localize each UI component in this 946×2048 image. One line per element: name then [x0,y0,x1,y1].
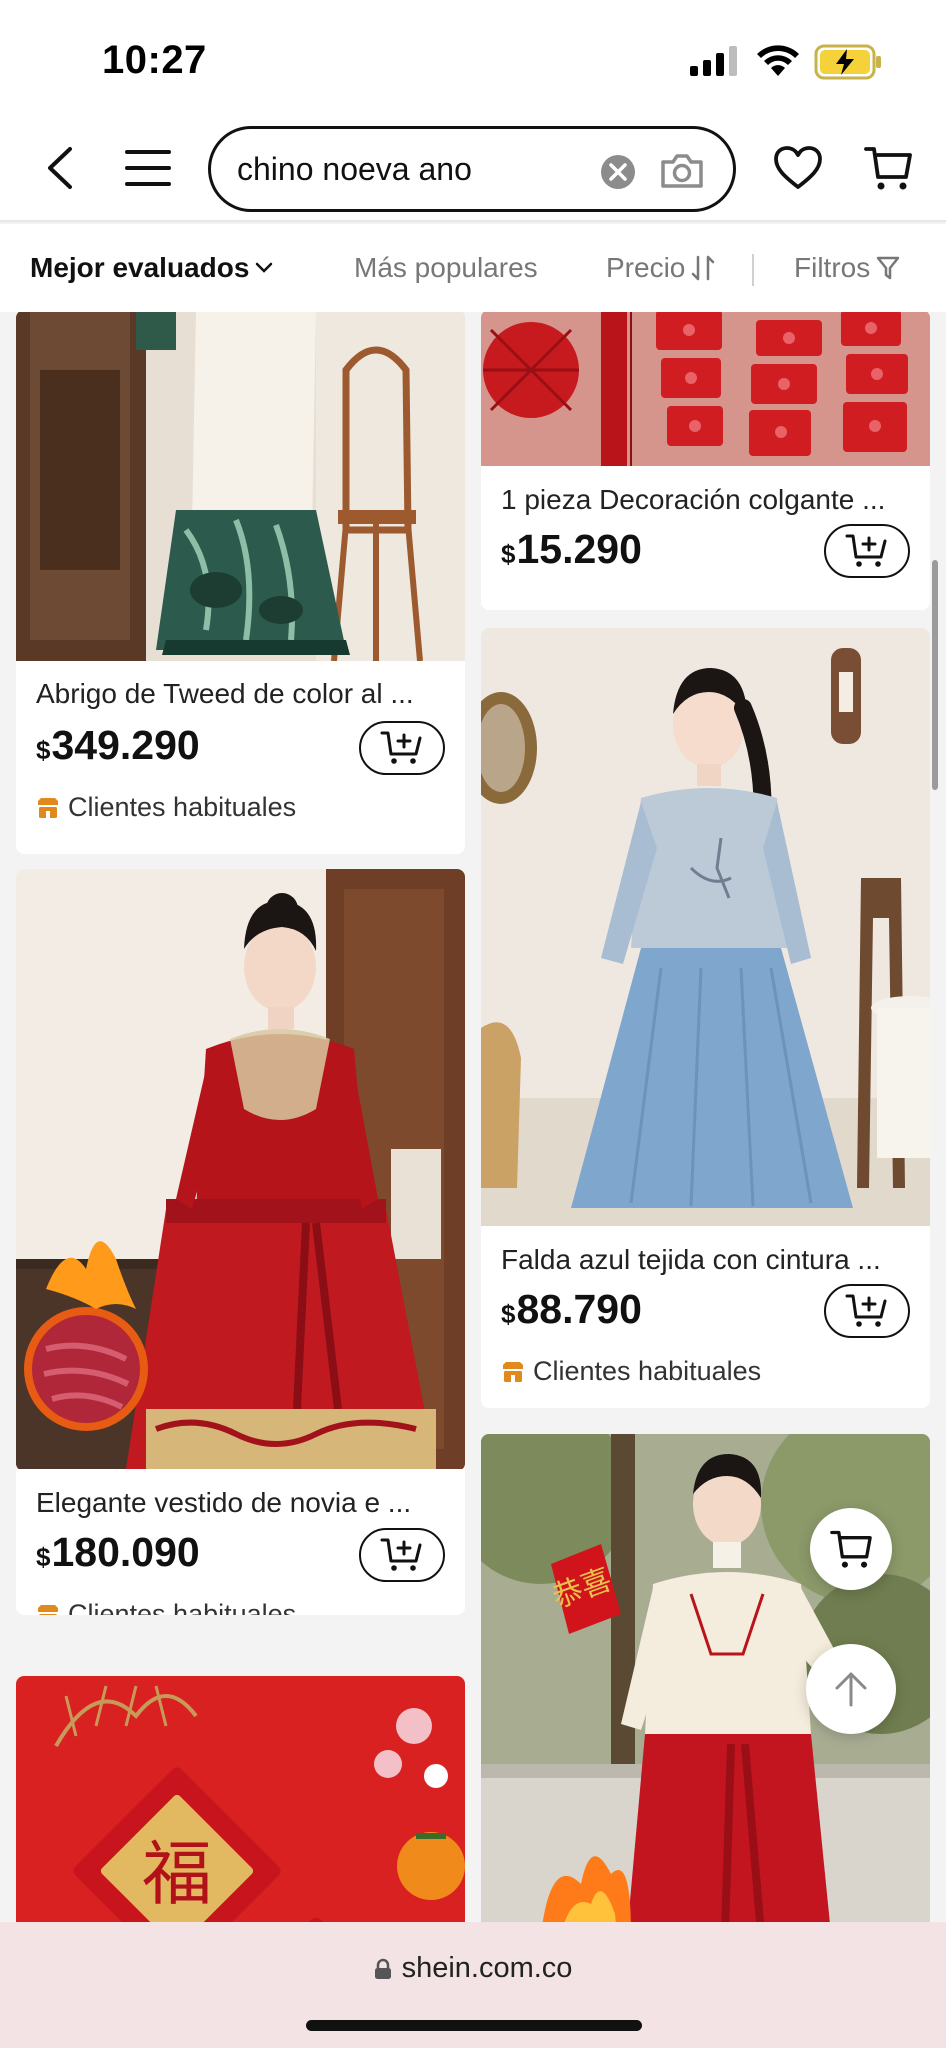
sort-most-popular-label: Más populares [354,252,538,283]
product-price: $ 88.790 [501,1286,642,1333]
price-currency: $ [501,539,516,569]
product-image[interactable] [481,312,930,466]
image-search-button[interactable] [657,147,707,195]
price-value: 180.090 [51,1529,200,1575]
search-box[interactable] [208,126,736,212]
sort-filter-bar: Mejor evaluados Más populares Precio Fil… [0,224,946,312]
cart-button[interactable] [858,138,918,198]
cart-icon [864,147,912,190]
menu-button[interactable] [118,138,178,198]
product-title[interactable]: Falda azul tejida con cintura ... [501,1244,912,1276]
wifi-icon [757,45,799,76]
sort-top-rated-label: Mejor evaluados [30,252,250,283]
badge-label: Clientes habituales [68,792,297,822]
cart-plus-icon [845,1294,887,1327]
home-indicator[interactable] [306,2020,642,2031]
chevron-down-icon [256,262,273,273]
product-card[interactable]: Falda azul tejida con cintura ... $ 88.7… [481,628,930,1408]
product-card[interactable]: 1 pieza Decoración colgante ... $ 15.290 [481,312,930,610]
url-text: shein.com.co [401,1952,573,1984]
heart-icon [774,146,822,189]
add-to-cart-button[interactable] [824,1284,910,1338]
search-header [0,118,946,222]
product-price: $ 180.090 [36,1529,200,1576]
cart-plus-icon [380,1538,422,1571]
add-to-cart-button[interactable] [359,721,445,775]
url-display[interactable]: shein.com.co [0,1952,946,1985]
add-to-cart-button[interactable] [824,524,910,578]
browser-address-bar[interactable]: shein.com.co [0,1922,946,2048]
clear-search-button[interactable] [599,153,637,191]
product-image[interactable] [481,628,930,1226]
price-currency: $ [36,735,51,765]
store-icon [38,1604,58,1615]
product-price: $ 349.290 [36,722,200,769]
price-value: 88.790 [516,1286,642,1332]
filters-button[interactable]: Filtros [794,252,900,284]
loyal-customers-badge: Clientes habituales [36,792,296,823]
price-currency: $ [501,1299,516,1329]
product-title[interactable]: Elegante vestido de novia e ... [36,1487,447,1519]
price-value: 349.290 [51,722,200,768]
back-button[interactable] [34,138,84,198]
status-time: 10:27 [102,38,207,82]
sort-price[interactable]: Precio [606,252,715,284]
filter-funnel-icon [876,256,900,280]
product-card[interactable]: Abrigo de Tweed de color al ... $ 349.29… [16,312,465,854]
price-value: 15.290 [516,526,642,572]
product-grid: Abrigo de Tweed de color al ... $ 349.29… [0,312,946,1922]
battery-charging-icon [814,44,881,80]
price-currency: $ [36,1542,51,1572]
filters-label: Filtros [794,252,871,283]
camera-icon [661,154,703,188]
search-input[interactable] [237,147,577,191]
loyal-customers-badge: Clientes habituales [36,1599,296,1615]
product-image[interactable]: 福 [16,1676,465,1922]
back-to-top-button[interactable] [806,1644,896,1734]
product-card[interactable] [16,869,465,1471]
arrow-up-icon [835,1672,867,1707]
product-title[interactable]: 1 pieza Decoración colgante ... [501,484,912,516]
product-image[interactable] [16,312,465,661]
lock-icon [374,1958,391,1979]
wishlist-button[interactable] [768,138,828,198]
product-title[interactable]: Abrigo de Tweed de color al ... [36,678,447,710]
product-card[interactable]: 福 [16,1676,465,1922]
filter-divider [752,254,754,286]
sort-arrows-icon [692,255,715,281]
svg-text:福: 福 [142,1833,212,1915]
cart-plus-icon [380,731,422,764]
add-to-cart-button[interactable] [359,1528,445,1582]
signal-icon [690,46,737,76]
store-icon [38,797,58,818]
product-image[interactable] [16,869,465,1469]
scroll-indicator[interactable] [932,560,938,790]
clear-circle-icon [601,155,635,189]
floating-cart-button[interactable] [810,1508,892,1590]
store-icon [503,1361,523,1382]
sort-price-label: Precio [606,252,686,283]
badge-label: Clientes habituales [68,1599,297,1615]
product-price: $ 15.290 [501,526,642,573]
loyal-customers-badge: Clientes habituales [501,1356,761,1387]
sort-most-popular[interactable]: Más populares [354,252,538,284]
product-info-panel[interactable]: Elegante vestido de novia e ... $ 180.09… [16,1469,465,1615]
sort-top-rated[interactable]: Mejor evaluados [30,252,273,284]
status-bar: 10:27 [0,0,946,118]
hamburger-menu-icon [125,150,171,186]
chevron-left-icon [48,147,72,189]
cart-icon [830,1530,872,1568]
badge-label: Clientes habituales [533,1356,762,1386]
cart-plus-icon [845,534,887,567]
